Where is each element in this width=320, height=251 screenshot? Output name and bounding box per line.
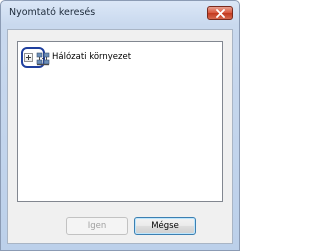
- dialog-body: Hálózati környezet Igen Mégse: [7, 29, 233, 244]
- title-bar[interactable]: Nyomtató keresés: [1, 1, 239, 25]
- close-icon: [216, 9, 225, 18]
- close-button[interactable]: [207, 6, 233, 20]
- window-title: Nyomtató keresés: [9, 7, 96, 18]
- cancel-button[interactable]: Mégse: [134, 217, 196, 235]
- tree-item-network-environment[interactable]: Hálózati környezet: [22, 51, 212, 66]
- tree-item-label: Hálózati környezet: [52, 52, 132, 62]
- ok-button[interactable]: Igen: [66, 217, 128, 235]
- expand-plus-icon[interactable]: [24, 53, 33, 62]
- network-tree-view[interactable]: Hálózati környezet: [17, 41, 223, 202]
- printer-search-dialog: Nyomtató keresés Hálózati környezet Igen…: [0, 0, 240, 251]
- network-icon: [36, 51, 50, 66]
